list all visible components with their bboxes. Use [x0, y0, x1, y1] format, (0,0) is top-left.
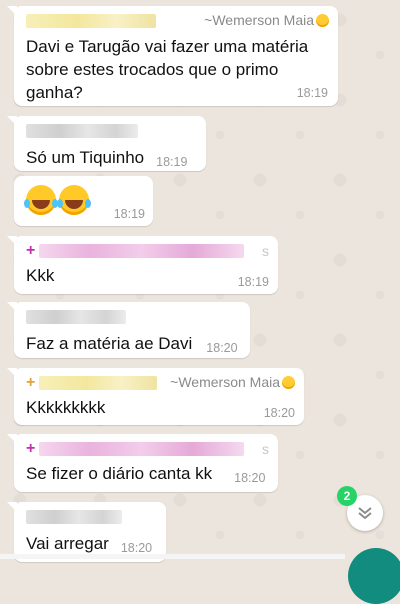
message-bubble[interactable]: Faz a matéria ae Davi 18:20: [7, 302, 250, 358]
joy-emoji-icon: [24, 185, 58, 215]
message-bubble[interactable]: ~Wemerson Maia Davi e Tarugão vai fazer …: [7, 6, 338, 106]
redacted-sender-name: [26, 14, 156, 28]
message-bubble[interactable]: 18:19: [14, 176, 153, 226]
compose-fab-button[interactable]: [348, 548, 400, 604]
redacted-sender-name[interactable]: [26, 124, 138, 138]
message-time: 18:20: [263, 406, 295, 420]
sender-alias: ~Wemerson Maia: [170, 374, 295, 392]
redacted-sender-name[interactable]: [26, 510, 122, 524]
redacted-sender-name: [39, 442, 245, 456]
message-text: Só um Tiquinho: [26, 148, 145, 167]
message-text: Kkkkkkkkk: [26, 398, 106, 417]
message-bubble[interactable]: + ~Wemerson Maia Kkkkkkkkk 18:20: [7, 368, 304, 425]
sender-phone-prefix: +: [26, 374, 36, 391]
message-time: 18:19: [237, 275, 269, 289]
redacted-sender-name: [39, 244, 245, 258]
sender-name[interactable]: +: [26, 440, 245, 458]
sender-phone-prefix: +: [26, 242, 36, 259]
message-text: Davi e Tarugão vai fazer uma matéria sob…: [26, 37, 309, 102]
message-time: 18:19: [113, 207, 145, 221]
sender-suffix: s: [262, 243, 269, 259]
sender-row: [26, 122, 197, 140]
sender-phone-prefix: +: [26, 440, 36, 457]
message-time: 18:20: [206, 341, 238, 355]
sender-row: + ~Wemerson Maia: [26, 374, 295, 392]
redacted-sender-name[interactable]: [26, 310, 126, 324]
message-bubble[interactable]: Só um Tiquinho 18:19: [7, 116, 206, 171]
sender-row: + s: [26, 440, 269, 458]
double-chevron-down-icon: [358, 507, 372, 520]
winking-emoji-icon: [316, 14, 329, 28]
sender-name[interactable]: +: [26, 242, 245, 260]
redacted-sender-name: [39, 376, 158, 390]
sender-row: ~Wemerson Maia: [26, 12, 329, 30]
message-bubble[interactable]: + s Se fizer o diário canta kk 18:20: [7, 434, 278, 492]
message-text: Se fizer o diário canta kk: [26, 464, 213, 483]
message-text: Vai arregar: [26, 534, 109, 553]
message-time: 18:20: [120, 541, 153, 555]
sender-suffix: s: [262, 441, 269, 457]
message-time: 18:19: [296, 86, 328, 100]
sender-row: [26, 508, 157, 526]
message-time: 18:20: [234, 471, 266, 485]
unread-count-badge: 2: [337, 486, 357, 506]
message-text: Faz a matéria ae Davi: [26, 334, 193, 353]
sender-alias: ~Wemerson Maia: [204, 12, 329, 30]
sender-row: + s: [26, 242, 269, 260]
message-bubble[interactable]: + s Kkk 18:19: [7, 236, 278, 294]
sender-name[interactable]: [26, 14, 156, 28]
input-bar-edge: [0, 554, 345, 559]
winking-emoji-icon: [282, 376, 295, 390]
message-text: Kkk: [26, 266, 55, 285]
message-time: 18:19: [156, 155, 188, 169]
joy-emoji-icon: [57, 185, 91, 215]
sender-name[interactable]: +: [26, 374, 158, 392]
message-bubble[interactable]: Vai arregar 18:20: [7, 502, 166, 562]
sender-row: [26, 308, 241, 326]
